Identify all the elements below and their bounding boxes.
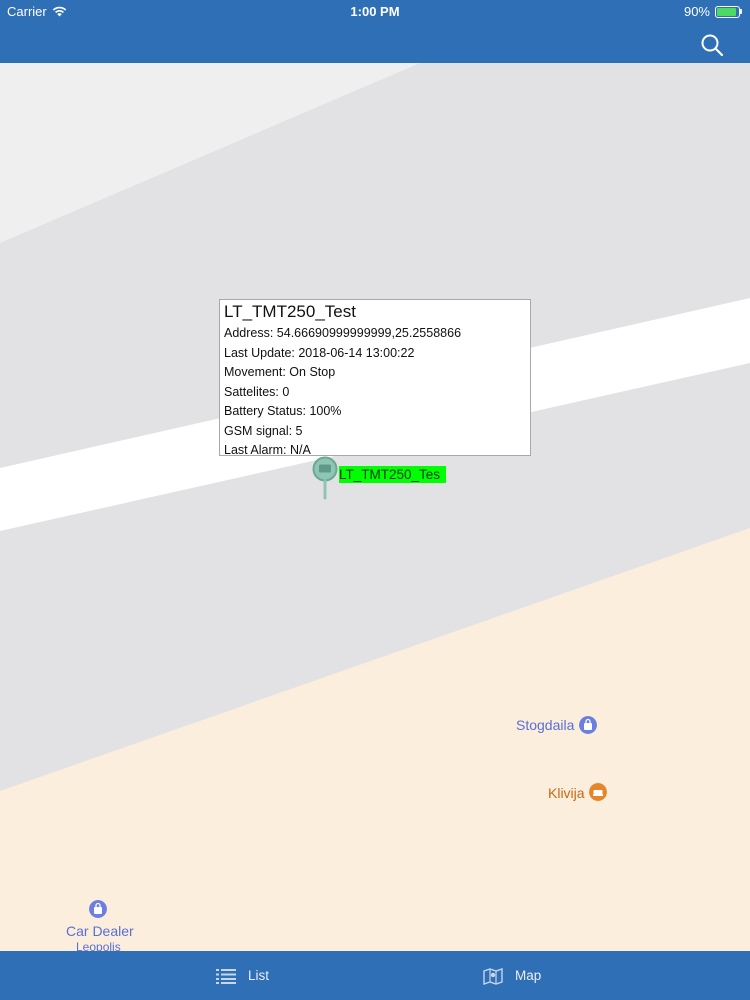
marker-label[interactable]: LT_TMT250_Tes (339, 466, 446, 483)
device-info-popup: LT_TMT250_Test Address: 54.6669099999999… (219, 299, 531, 457)
poi-stogdaila-label[interactable]: Stogdaila (516, 717, 574, 733)
popup-movement: Movement: On Stop (224, 365, 336, 379)
status-time: 1:00 PM (350, 4, 400, 19)
map-background (0, 63, 750, 951)
poi-car-dealer-sublabel: Leopolis (76, 940, 121, 951)
tab-list-label: List (248, 968, 270, 983)
map-pin-icon[interactable] (311, 456, 339, 500)
popup-satellites: Sattelites: 0 (224, 384, 290, 399)
status-bar: Carrier 1:00 PM 90% (0, 0, 750, 22)
tab-map-label: Map (515, 968, 542, 983)
tab-list[interactable]: List (216, 951, 269, 1000)
list-icon (216, 968, 236, 984)
popup-battery-status: Battery Status: 100% (224, 404, 342, 418)
battery-icon (715, 5, 740, 18)
battery-fill (717, 7, 736, 16)
poi-klivija-label[interactable]: Klivija (548, 785, 585, 801)
sofa-icon[interactable] (589, 783, 607, 801)
battery-indicator: 90% (684, 4, 742, 19)
map-icon (483, 967, 503, 985)
poi-car-dealer-label[interactable]: Car Dealer (66, 923, 134, 939)
popup-last-alarm: Last Alarm: N/A (224, 443, 311, 457)
popup-address: Address: 54.66690999999999,25.2558866 (224, 326, 462, 340)
battery-tip (740, 9, 742, 14)
battery-percent: 90% (683, 4, 710, 19)
tab-bar: List Map (0, 951, 750, 1000)
search-icon[interactable] (700, 33, 724, 57)
navigation-bar: Carrier 1:00 PM 90% (0, 0, 750, 63)
popup-gsm-signal: GSM signal: 5 (224, 423, 303, 438)
tab-map[interactable]: Map (483, 951, 541, 1000)
shopping-bag-icon[interactable] (579, 716, 597, 734)
popup-last-update: Last Update: 2018-06-14 13:00:22 (224, 345, 415, 360)
map-view[interactable]: LT_TMT250_Test Address: 54.6669099999999… (0, 63, 750, 951)
shopping-bag-icon[interactable] (89, 900, 107, 918)
popup-title: LT_TMT250_Test (224, 302, 356, 321)
